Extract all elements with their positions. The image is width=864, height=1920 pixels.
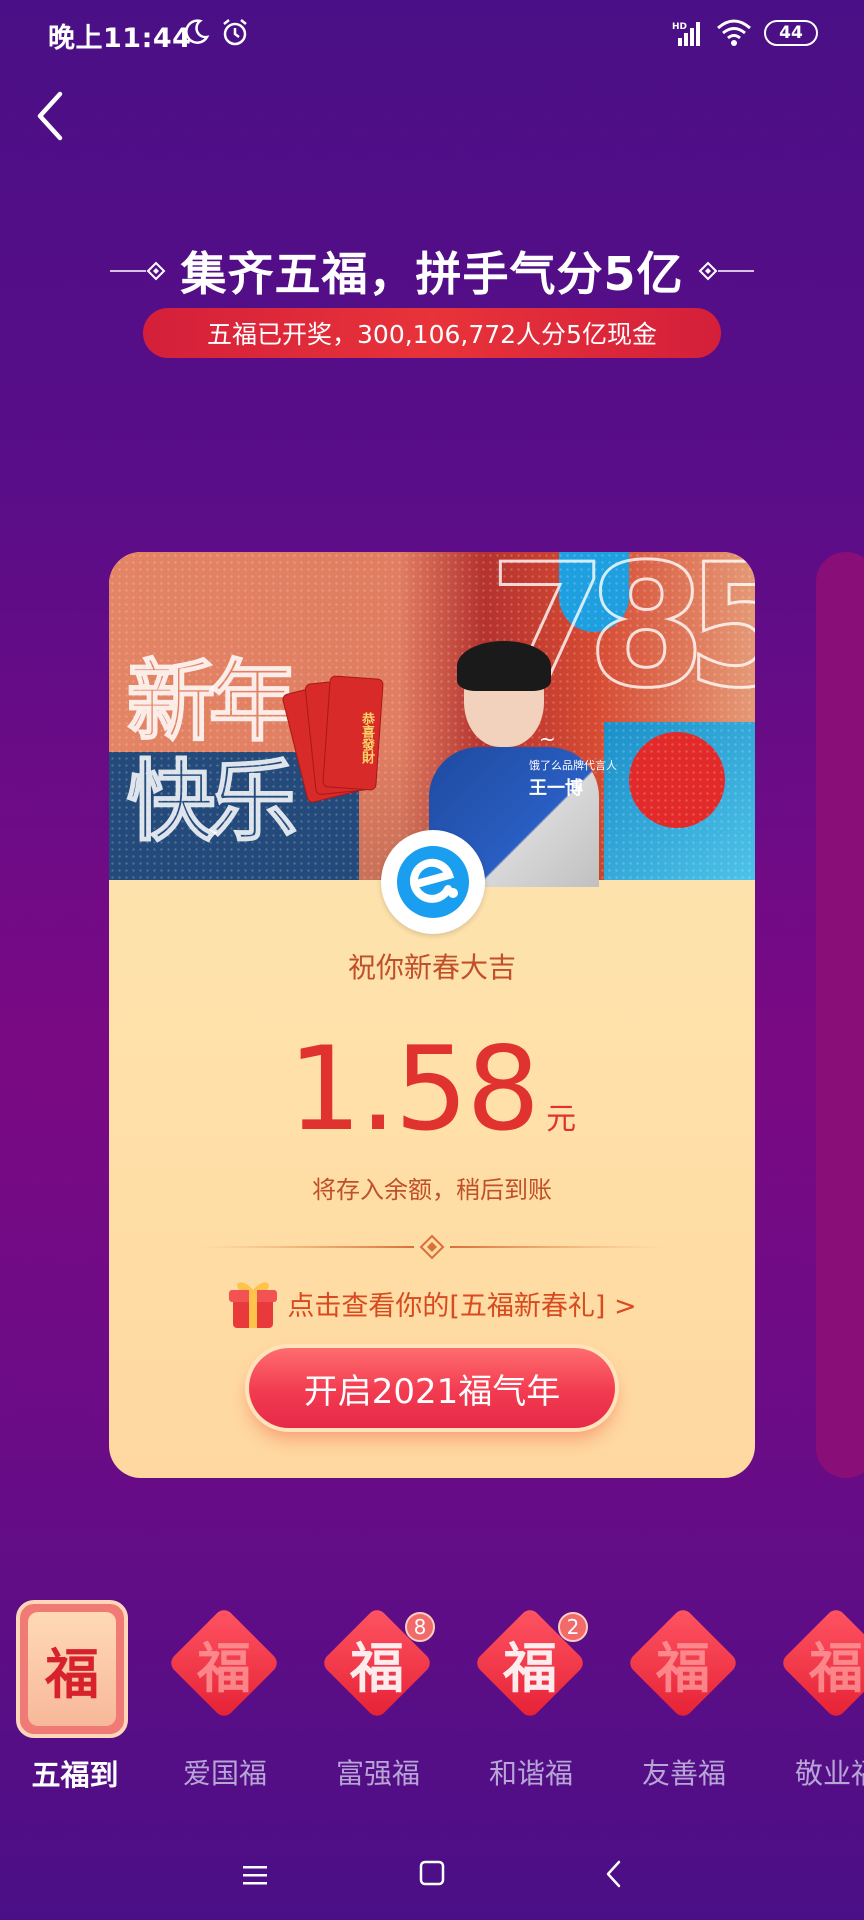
gift-link-text: 点击查看你的[五福新春礼] > xyxy=(287,1290,637,1322)
fu-tab-wufudao[interactable]: 福 五福到 xyxy=(0,1600,150,1800)
endorser-name: 王一博 xyxy=(529,778,583,799)
fu-tab-label: 富强福 xyxy=(335,1757,420,1790)
fu-tab-jingyefu[interactable]: 福 敬业福 xyxy=(762,1600,864,1800)
reward-card: 新年 快乐 785 恭喜發財 ~ 饿了么品牌代言人 王一博 祝你新春大吉 1.5… xyxy=(109,552,755,1478)
count-badge: 2 xyxy=(558,1612,588,1642)
count-badge: 8 xyxy=(405,1612,435,1642)
endorser-title: 饿了么品牌代言人 xyxy=(529,759,617,772)
fu-selected-icon: 福 xyxy=(28,1612,116,1726)
next-card-peek[interactable] xyxy=(816,552,864,1478)
nav-back-icon[interactable] xyxy=(602,1858,626,1890)
svg-text:HD: HD xyxy=(672,22,687,32)
deposit-note: 将存入余额，稍后到账 xyxy=(312,1176,552,1204)
headline: 集齐五福，拼手气分5亿 xyxy=(0,238,864,304)
fu-tab-youshanfu[interactable]: 福 友善福 xyxy=(609,1600,759,1800)
ornament-right-icon xyxy=(698,261,754,281)
fu-tab-label: 爱国福 xyxy=(182,1757,267,1790)
ornament-left-icon xyxy=(110,261,166,281)
amount-value: 1.58 xyxy=(287,1022,540,1157)
fu-tab-label: 友善福 xyxy=(641,1757,726,1790)
home-icon[interactable] xyxy=(418,1858,446,1888)
envelope-text: 恭喜發財 xyxy=(359,712,374,764)
menu-icon[interactable] xyxy=(240,1860,270,1890)
result-pill: 五福已开奖，300,106,772人分5亿现金 xyxy=(143,308,721,358)
battery-indicator: 44 xyxy=(764,20,818,46)
fu-tab-hexiefu[interactable]: 福 2 和谐福 xyxy=(456,1600,606,1800)
divider-ornament xyxy=(199,1234,665,1260)
eleme-logo xyxy=(381,830,485,934)
fu-tab-fuqiangfu[interactable]: 福 8 富强福 xyxy=(303,1600,453,1800)
moon-icon xyxy=(185,19,210,44)
fu-tab-label: 和谐福 xyxy=(488,1757,573,1790)
page-title: 集齐五福，拼手气分5亿 xyxy=(180,247,684,301)
amount-row: 1.58 元 xyxy=(109,1022,755,1157)
greeting-text: 祝你新春大吉 xyxy=(347,951,516,984)
amount-unit: 元 xyxy=(546,1102,577,1137)
status-bar: 晚上11:44 HD 44 xyxy=(0,0,864,66)
signature: ~ xyxy=(539,727,556,751)
wifi-icon xyxy=(717,19,751,46)
alarm-icon xyxy=(223,19,247,46)
back-button[interactable] xyxy=(28,86,78,146)
system-nav-bar xyxy=(0,1840,864,1920)
eleme-icon xyxy=(397,846,469,918)
open-2021-button[interactable]: 开启2021福气年 xyxy=(249,1348,615,1428)
fu-tab-label: 敬业福 xyxy=(794,1757,864,1790)
battery-level: 44 xyxy=(779,23,803,43)
gift-box-icon xyxy=(229,1282,278,1328)
gift-link[interactable]: 点击查看你的[五福新春礼] > xyxy=(109,1276,755,1330)
status-time: 晚上11:44 xyxy=(48,23,192,54)
fu-card-tabs: 福 五福到 福 爱国福 福 8 富强福 福 2 和谐福 福 友善福 福 敬业福 xyxy=(0,1600,864,1800)
fu-tab-aiguofu[interactable]: 福 爱国福 xyxy=(150,1600,300,1800)
signal-icon: HD xyxy=(672,22,700,46)
fu-tab-label: 五福到 xyxy=(31,1758,119,1792)
